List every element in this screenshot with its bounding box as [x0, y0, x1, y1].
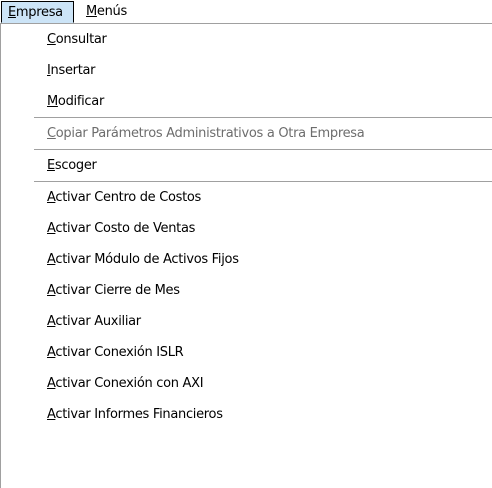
- menu-item-label: ctivar Cierre de Mes: [55, 283, 180, 298]
- menu-item-access-key: C: [47, 32, 56, 47]
- menu-menus-access-key: M: [86, 4, 97, 19]
- menu-item-label: onsultar: [55, 32, 107, 47]
- menu-item-insertar[interactable]: Insertar: [1, 55, 492, 86]
- menu-item-label: ctivar Informes Financieros: [55, 407, 223, 422]
- menu-item-access-key: E: [47, 158, 55, 173]
- menu-empresa-access-key: E: [8, 5, 16, 20]
- menu-item-access-key: M: [47, 94, 58, 109]
- menu-item-activar-modulo-activos-fijos[interactable]: Activar Módulo de Activos Fijos: [1, 244, 492, 275]
- menu-menus-label: enús: [96, 4, 127, 19]
- menu-item-label: ctivar Conexión con AXI: [55, 376, 204, 391]
- menu-item-access-key: C: [47, 126, 56, 141]
- menu-item-label: odificar: [57, 94, 104, 109]
- menu-item-escoger[interactable]: Escoger: [1, 150, 492, 181]
- menu-item-activar-centro-de-costos[interactable]: Activar Centro de Costos: [1, 182, 492, 213]
- menu-item-copiar-parametros: Copiar Parámetros Administrativos a Otra…: [1, 118, 492, 149]
- menu-item-label: ctivar Auxiliar: [55, 314, 141, 329]
- menu-item-label: ctivar Módulo de Activos Fijos: [55, 252, 239, 267]
- menu-item-activar-costo-de-ventas[interactable]: Activar Costo de Ventas: [1, 213, 492, 244]
- menu-item-activar-auxiliar[interactable]: Activar Auxiliar: [1, 306, 492, 337]
- menu-empresa-label: mpresa: [15, 5, 63, 20]
- dropdown-item-list: Consultar Insertar Modificar Copiar Pará…: [1, 24, 492, 430]
- menu-item-activar-conexion-islr[interactable]: Activar Conexión ISLR: [1, 337, 492, 368]
- menu-item-activar-informes-financieros[interactable]: Activar Informes Financieros: [1, 399, 492, 430]
- menu-item-activar-cierre-de-mes[interactable]: Activar Cierre de Mes: [1, 275, 492, 306]
- menu-item-label: ctivar Conexión ISLR: [55, 345, 184, 360]
- menu-item-activar-conexion-axi[interactable]: Activar Conexión con AXI: [1, 368, 492, 399]
- menu-bar: Empresa Menús: [0, 0, 492, 24]
- empresa-dropdown-menu: Consultar Insertar Modificar Copiar Pará…: [0, 23, 492, 488]
- menu-item-label: scoger: [54, 158, 97, 173]
- menu-item-label: opiar Parámetros Administrativos a Otra …: [55, 126, 365, 141]
- menu-item-label: nsertar: [50, 63, 96, 78]
- menu-menus[interactable]: Menús: [80, 1, 150, 23]
- menu-empresa[interactable]: Empresa: [1, 1, 74, 23]
- menu-item-label: ctivar Centro de Costos: [55, 190, 202, 205]
- menu-item-label: ctivar Costo de Ventas: [55, 221, 196, 236]
- menu-item-modificar[interactable]: Modificar: [1, 86, 492, 117]
- menu-item-consultar[interactable]: Consultar: [1, 24, 492, 55]
